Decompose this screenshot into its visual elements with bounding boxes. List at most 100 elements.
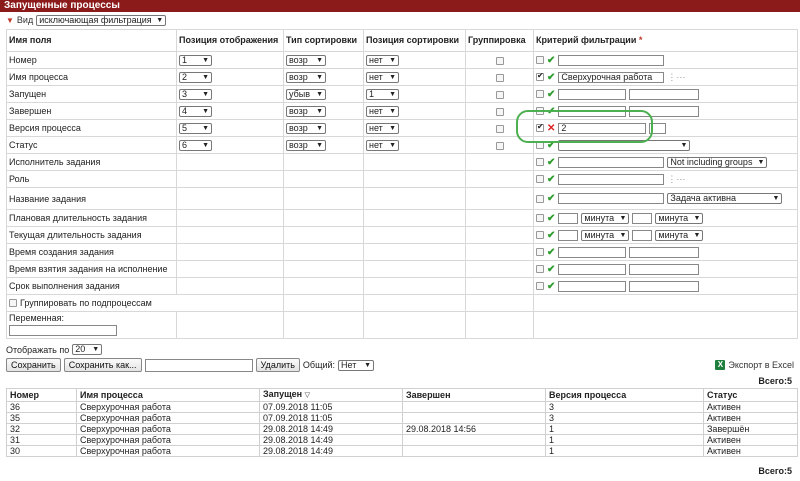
check-icon[interactable]: ✔ [547,55,555,66]
filter-input[interactable] [558,173,665,185]
save-as-name-input[interactable] [144,358,253,372]
sort-position-select[interactable]: нет ▼ [366,122,399,134]
filter-checkbox[interactable] [536,90,544,98]
check-icon[interactable]: ✔ [547,174,555,185]
grouping-checkbox[interactable] [495,73,504,82]
col-started[interactable]: Запущен ▽ [259,388,403,402]
sort-type-select[interactable]: возр ▼ [286,139,326,151]
close-icon[interactable]: ✕ [547,123,555,134]
task-state-select[interactable]: Задача активна ▼ [667,193,783,204]
check-icon[interactable]: ✔ [547,106,555,117]
filter-input[interactable] [558,54,665,66]
check-icon[interactable]: ✔ [547,213,555,224]
filter-checkbox[interactable] [536,122,544,132]
filter-input[interactable]: Сверхурочная работа [558,71,665,83]
table-row[interactable]: 32 Сверхурочная работа 29.08.2018 14:49 … [6,423,798,435]
duration-to-input[interactable] [632,212,653,224]
group-mode-select[interactable]: Not including groups ▼ [667,156,768,168]
col-finished[interactable]: Завершен [402,388,546,402]
status-filter-select[interactable]: ▼ [558,139,691,151]
filter-checkbox[interactable] [536,282,544,290]
display-position-select[interactable]: 3 ▼ [179,88,212,100]
check-icon[interactable]: ✔ [547,140,555,151]
filter-from-input[interactable] [558,246,627,258]
table-row[interactable]: 30 Сверхурочная работа 29.08.2018 14:49 … [6,445,798,457]
filter-from-input[interactable] [558,280,627,292]
col-process-version[interactable]: Версия процесса [545,388,704,402]
export-excel-link[interactable]: X Экспорт в Excel [715,360,794,370]
group-by-subprocess-checkbox[interactable] [9,299,17,307]
filter-to-input[interactable] [629,105,700,117]
filter-input[interactable] [558,156,665,168]
check-icon[interactable]: ✔ [547,247,555,258]
filter-checkbox[interactable] [536,158,544,166]
filter-to-input[interactable] [629,246,700,258]
save-as-button[interactable]: Сохранить как... [63,358,142,372]
filter-checkbox[interactable] [536,214,544,222]
sort-position-select[interactable]: нет ▼ [366,54,399,66]
sort-position-select[interactable]: нет ▼ [366,71,399,83]
filter-to-input[interactable] [629,263,700,275]
filter-checkbox[interactable] [536,71,544,81]
display-position-select[interactable]: 2 ▼ [179,71,212,83]
duration-to-unit-select[interactable]: минута ▼ [655,212,704,224]
check-icon[interactable]: ✔ [547,193,555,204]
collapse-triangle-icon[interactable]: ▼ [6,16,14,25]
view-select[interactable]: исключающая фильтрация ▼ [36,14,167,26]
filter-to-input[interactable] [629,88,700,100]
filter-checkbox[interactable] [536,141,544,149]
grouping-checkbox[interactable] [495,141,504,150]
table-row[interactable]: 31 Сверхурочная работа 29.08.2018 14:49 … [6,434,798,446]
col-status[interactable]: Статус [703,388,798,402]
check-icon[interactable]: ✔ [547,89,555,100]
display-position-select[interactable]: 1 ▼ [179,54,212,66]
duration-from-unit-select[interactable]: минута ▼ [581,212,630,224]
delete-button[interactable]: Удалить [255,358,300,372]
duration-from-input[interactable] [558,229,579,241]
col-number[interactable]: Номер [6,388,77,402]
filter-from-input[interactable] [558,105,627,117]
grouping-checkbox[interactable] [495,90,504,99]
sort-type-select[interactable]: возр ▼ [286,105,326,117]
shared-select[interactable]: Нет ▼ [338,359,375,371]
sort-type-select[interactable]: возр ▼ [286,71,326,83]
filter-checkbox[interactable] [536,175,544,183]
check-icon[interactable]: ✔ [547,157,555,168]
sort-position-select[interactable]: нет ▼ [366,105,399,117]
filter-checkbox[interactable] [536,265,544,273]
check-icon[interactable]: ✔ [547,72,555,83]
table-row[interactable]: 36 Сверхурочная работа 07.09.2018 11:05 … [6,401,798,413]
filter-checkbox[interactable] [536,56,544,64]
grouping-checkbox[interactable] [495,124,504,133]
sort-type-select[interactable]: возр ▼ [286,122,326,134]
filter-from-input[interactable] [558,88,627,100]
display-position-select[interactable]: 4 ▼ [179,105,212,117]
grouping-checkbox[interactable] [495,56,504,65]
display-position-select[interactable]: 5 ▼ [179,122,212,134]
filter-checkbox[interactable] [536,231,544,239]
sort-type-select[interactable]: убыв ▼ [286,88,326,100]
sort-type-select[interactable]: возр ▼ [286,54,326,66]
sort-position-select[interactable]: нет ▼ [366,139,399,151]
filter-input[interactable]: 2 [558,122,647,134]
filter-extra-input[interactable] [649,122,667,134]
filter-checkbox[interactable] [536,248,544,256]
check-icon[interactable]: ✔ [547,281,555,292]
filter-from-input[interactable] [558,263,627,275]
check-icon[interactable]: ✔ [547,230,555,241]
more-options-icon[interactable]: ⋮⋯ [667,174,685,185]
table-row[interactable]: 35 Сверхурочная работа 07.09.2018 11:05 … [6,412,798,424]
filter-to-input[interactable] [629,280,700,292]
more-options-icon[interactable]: ⋮⋯ [667,72,685,83]
check-icon[interactable]: ✔ [547,264,555,275]
page-size-select[interactable]: 20 ▼ [72,344,103,355]
sort-position-select[interactable]: 1 ▼ [366,88,399,100]
duration-to-input[interactable] [632,229,653,241]
duration-from-unit-select[interactable]: минута ▼ [581,229,630,241]
variable-input[interactable] [9,325,117,336]
filter-checkbox[interactable] [536,107,544,115]
col-process-name[interactable]: Имя процесса [76,388,260,402]
filter-input[interactable] [558,193,665,204]
display-position-select[interactable]: 6 ▼ [179,139,212,151]
filter-checkbox[interactable] [536,194,544,203]
